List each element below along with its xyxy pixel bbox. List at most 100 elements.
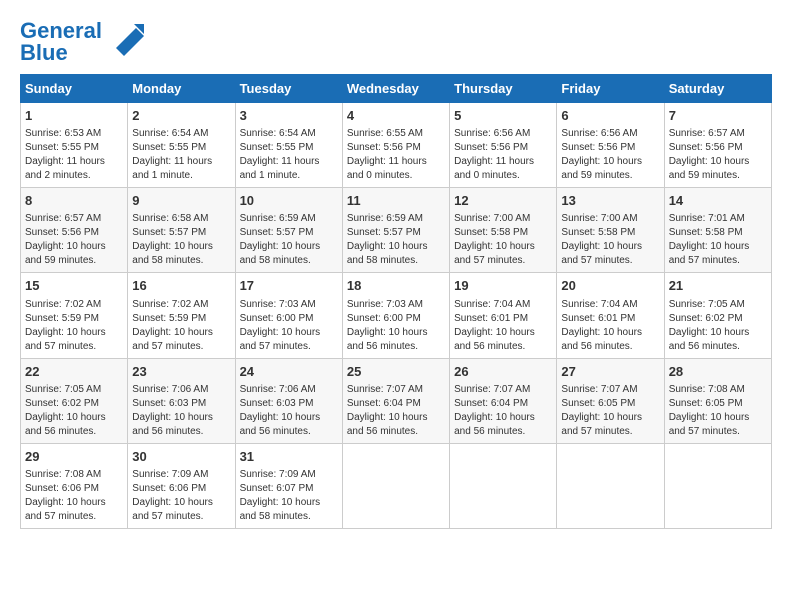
day-number: 23	[132, 363, 230, 381]
day-number: 21	[669, 277, 767, 295]
day-info: Sunrise: 6:54 AMSunset: 5:55 PMDaylight:…	[240, 127, 338, 183]
day-info: Sunrise: 6:57 AMSunset: 5:56 PMDaylight:…	[25, 212, 123, 268]
day-info: Sunrise: 6:56 AMSunset: 5:56 PMDaylight:…	[561, 127, 659, 183]
day-number: 20	[561, 277, 659, 295]
day-info: Sunrise: 6:56 AMSunset: 5:56 PMDaylight:…	[454, 127, 552, 183]
logo-blue: Blue	[20, 40, 68, 65]
day-number: 28	[669, 363, 767, 381]
day-info: Sunrise: 7:01 AMSunset: 5:58 PMDaylight:…	[669, 212, 767, 268]
day-number: 8	[25, 192, 123, 210]
day-info: Sunrise: 7:09 AMSunset: 6:07 PMDaylight:…	[240, 468, 338, 524]
day-info: Sunrise: 6:59 AMSunset: 5:57 PMDaylight:…	[347, 212, 445, 268]
day-number: 3	[240, 107, 338, 125]
day-info: Sunrise: 7:07 AMSunset: 6:04 PMDaylight:…	[347, 383, 445, 439]
calendar-cell: 17 Sunrise: 7:03 AMSunset: 6:00 PMDayligh…	[235, 273, 342, 358]
header-friday: Friday	[557, 75, 664, 103]
day-info: Sunrise: 6:57 AMSunset: 5:56 PMDaylight:…	[669, 127, 767, 183]
calendar-cell: 1 Sunrise: 6:53 AMSunset: 5:55 PMDaylight…	[21, 103, 128, 188]
day-info: Sunrise: 6:55 AMSunset: 5:56 PMDaylight:…	[347, 127, 445, 183]
calendar-header-row: SundayMondayTuesdayWednesdayThursdayFrid…	[21, 75, 772, 103]
calendar-cell: 14 Sunrise: 7:01 AMSunset: 5:58 PMDayligh…	[664, 188, 771, 273]
calendar-cell: 9 Sunrise: 6:58 AMSunset: 5:57 PMDaylight…	[128, 188, 235, 273]
calendar-cell: 13 Sunrise: 7:00 AMSunset: 5:58 PMDayligh…	[557, 188, 664, 273]
calendar-cell: 4 Sunrise: 6:55 AMSunset: 5:56 PMDaylight…	[342, 103, 449, 188]
day-number: 19	[454, 277, 552, 295]
day-number: 22	[25, 363, 123, 381]
day-number: 1	[25, 107, 123, 125]
day-info: Sunrise: 6:59 AMSunset: 5:57 PMDaylight:…	[240, 212, 338, 268]
calendar-week-3: 15Sunrise: 7:02 AMSunset: 5:59 PMDayligh…	[21, 273, 772, 358]
day-number: 2	[132, 107, 230, 125]
day-info: Sunrise: 7:05 AMSunset: 6:02 PMDaylight:…	[25, 383, 123, 439]
calendar-cell	[450, 443, 557, 528]
day-number: 7	[669, 107, 767, 125]
day-info: Sunrise: 7:08 AMSunset: 6:06 PMDaylight:…	[25, 468, 123, 524]
calendar-cell: 7 Sunrise: 6:57 AMSunset: 5:56 PMDaylight…	[664, 103, 771, 188]
day-info: Sunrise: 7:03 AMSunset: 6:00 PMDaylight:…	[240, 298, 338, 354]
day-number: 30	[132, 448, 230, 466]
day-info: Sunrise: 7:02 AMSunset: 5:59 PMDaylight:…	[25, 298, 123, 354]
day-number: 24	[240, 363, 338, 381]
day-info: Sunrise: 7:09 AMSunset: 6:06 PMDaylight:…	[132, 468, 230, 524]
day-info: Sunrise: 6:58 AMSunset: 5:57 PMDaylight:…	[132, 212, 230, 268]
calendar-cell: 21 Sunrise: 7:05 AMSunset: 6:02 PMDayligh…	[664, 273, 771, 358]
calendar-cell: 24Sunrise: 7:06 AMSunset: 6:03 PMDayligh…	[235, 358, 342, 443]
day-info: Sunrise: 7:08 AMSunset: 6:05 PMDaylight:…	[669, 383, 767, 439]
calendar-cell: 5 Sunrise: 6:56 AMSunset: 5:56 PMDaylight…	[450, 103, 557, 188]
calendar-week-1: 1 Sunrise: 6:53 AMSunset: 5:55 PMDaylight…	[21, 103, 772, 188]
calendar-cell: 23 Sunrise: 7:06 AMSunset: 6:03 PMDayligh…	[128, 358, 235, 443]
calendar-cell: 16Sunrise: 7:02 AMSunset: 5:59 PMDayligh…	[128, 273, 235, 358]
day-number: 5	[454, 107, 552, 125]
day-info: Sunrise: 7:07 AMSunset: 6:05 PMDaylight:…	[561, 383, 659, 439]
logo-text: GeneralBlue	[20, 20, 102, 64]
calendar-cell: 18Sunrise: 7:03 AMSunset: 6:00 PMDayligh…	[342, 273, 449, 358]
calendar-cell: 31 Sunrise: 7:09 AMSunset: 6:07 PMDayligh…	[235, 443, 342, 528]
day-info: Sunrise: 7:04 AMSunset: 6:01 PMDaylight:…	[561, 298, 659, 354]
day-info: Sunrise: 7:00 AMSunset: 5:58 PMDaylight:…	[561, 212, 659, 268]
day-info: Sunrise: 7:05 AMSunset: 6:02 PMDaylight:…	[669, 298, 767, 354]
calendar-cell	[664, 443, 771, 528]
day-info: Sunrise: 7:06 AMSunset: 6:03 PMDaylight:…	[132, 383, 230, 439]
calendar-cell: 25Sunrise: 7:07 AMSunset: 6:04 PMDayligh…	[342, 358, 449, 443]
day-info: Sunrise: 7:00 AMSunset: 5:58 PMDaylight:…	[454, 212, 552, 268]
calendar-cell: 19 Sunrise: 7:04 AMSunset: 6:01 PMDayligh…	[450, 273, 557, 358]
header-sunday: Sunday	[21, 75, 128, 103]
day-number: 10	[240, 192, 338, 210]
header-saturday: Saturday	[664, 75, 771, 103]
day-number: 26	[454, 363, 552, 381]
day-number: 14	[669, 192, 767, 210]
calendar-cell: 3 Sunrise: 6:54 AMSunset: 5:55 PMDaylight…	[235, 103, 342, 188]
day-info: Sunrise: 7:04 AMSunset: 6:01 PMDaylight:…	[454, 298, 552, 354]
calendar-cell: 29 Sunrise: 7:08 AMSunset: 6:06 PMDayligh…	[21, 443, 128, 528]
calendar-week-4: 22 Sunrise: 7:05 AMSunset: 6:02 PMDayligh…	[21, 358, 772, 443]
calendar-cell: 6 Sunrise: 6:56 AMSunset: 5:56 PMDaylight…	[557, 103, 664, 188]
page-header: GeneralBlue	[20, 20, 772, 64]
day-info: Sunrise: 7:02 AMSunset: 5:59 PMDaylight:…	[132, 298, 230, 354]
calendar-cell	[557, 443, 664, 528]
calendar-week-5: 29 Sunrise: 7:08 AMSunset: 6:06 PMDayligh…	[21, 443, 772, 528]
calendar-table: SundayMondayTuesdayWednesdayThursdayFrid…	[20, 74, 772, 529]
calendar-cell: 28 Sunrise: 7:08 AMSunset: 6:05 PMDayligh…	[664, 358, 771, 443]
day-number: 6	[561, 107, 659, 125]
day-number: 31	[240, 448, 338, 466]
day-number: 12	[454, 192, 552, 210]
day-number: 29	[25, 448, 123, 466]
day-number: 17	[240, 277, 338, 295]
header-wednesday: Wednesday	[342, 75, 449, 103]
day-info: Sunrise: 7:03 AMSunset: 6:00 PMDaylight:…	[347, 298, 445, 354]
calendar-body: 1 Sunrise: 6:53 AMSunset: 5:55 PMDaylight…	[21, 103, 772, 529]
calendar-cell: 2Sunrise: 6:54 AMSunset: 5:55 PMDaylight…	[128, 103, 235, 188]
logo: GeneralBlue	[20, 20, 144, 64]
calendar-cell: 10 Sunrise: 6:59 AMSunset: 5:57 PMDayligh…	[235, 188, 342, 273]
calendar-week-2: 8 Sunrise: 6:57 AMSunset: 5:56 PMDaylight…	[21, 188, 772, 273]
day-number: 27	[561, 363, 659, 381]
calendar-cell	[342, 443, 449, 528]
day-number: 9	[132, 192, 230, 210]
day-number: 4	[347, 107, 445, 125]
day-info: Sunrise: 6:53 AMSunset: 5:55 PMDaylight:…	[25, 127, 123, 183]
logo-icon	[106, 18, 144, 56]
calendar-cell: 11Sunrise: 6:59 AMSunset: 5:57 PMDayligh…	[342, 188, 449, 273]
day-number: 13	[561, 192, 659, 210]
calendar-cell: 12 Sunrise: 7:00 AMSunset: 5:58 PMDayligh…	[450, 188, 557, 273]
calendar-cell: 26Sunrise: 7:07 AMSunset: 6:04 PMDayligh…	[450, 358, 557, 443]
